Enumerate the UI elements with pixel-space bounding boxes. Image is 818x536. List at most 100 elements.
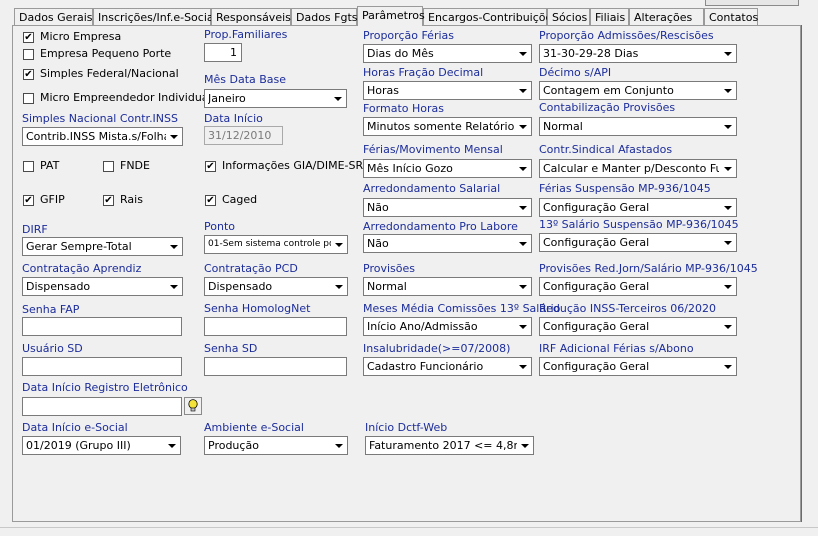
salario13-select[interactable]: Configuração Geral — [539, 233, 737, 252]
ferias-suspensao-label: Férias Suspensão MP-936/1045 — [539, 182, 711, 195]
chevron-down-icon[interactable] — [515, 199, 531, 216]
tab-contatos[interactable]: Contatos — [704, 8, 758, 25]
ferias-mov-label: Férias/Movimento Mensal — [363, 143, 503, 156]
checkbox-simples-federal[interactable]: ✔ — [23, 69, 34, 80]
checkbox-fnde[interactable] — [103, 161, 114, 172]
provisoes-select[interactable]: Normal — [363, 277, 532, 296]
chevron-down-icon[interactable] — [517, 437, 533, 454]
chevron-down-icon[interactable] — [331, 236, 347, 253]
chevron-down-icon[interactable] — [331, 437, 347, 454]
chevron-down-icon[interactable] — [515, 278, 531, 295]
chevron-down-icon[interactable] — [515, 358, 531, 375]
checkbox-rais[interactable]: ✔ — [103, 195, 114, 206]
chevron-down-icon[interactable] — [720, 278, 736, 295]
checkbox-micro-empreendedor[interactable] — [23, 93, 34, 104]
tab-filiais[interactable]: Filiais — [590, 8, 629, 25]
senha-fap-field[interactable] — [22, 317, 182, 336]
aprendiz-value: Dispensado — [26, 280, 91, 293]
ambiente-select[interactable]: Produção — [204, 436, 348, 455]
ferias-suspensao-select[interactable]: Configuração Geral — [539, 198, 737, 217]
arred-salarial-label: Arredondamento Salarial — [363, 182, 501, 195]
prop-admissoes-value: 31-30-29-28 Dias — [543, 47, 639, 60]
chevron-down-icon[interactable] — [515, 235, 531, 252]
formato-horas-select[interactable]: Minutos somente Relatórios — [363, 117, 532, 136]
contr-sindical-label: Contr.Sindical Afastados — [539, 143, 673, 156]
prop-familiares-field[interactable]: 1 — [204, 43, 242, 62]
tab-inscricoes[interactable]: Inscrições/Inf.e-Social — [93, 8, 217, 25]
dirf-select[interactable]: Gerar Sempre-Total — [22, 237, 183, 256]
chevron-down-icon[interactable] — [720, 234, 736, 251]
gfip-label: GFIP — [40, 193, 65, 206]
tab-parametros[interactable]: Parâmetros — [357, 6, 425, 26]
checkbox-pat[interactable] — [23, 161, 34, 172]
chevron-down-icon[interactable] — [515, 118, 531, 135]
tab-dados-gerais[interactable]: Dados Gerais — [14, 8, 93, 25]
chevron-down-icon[interactable] — [515, 82, 531, 99]
pat-label: PAT — [40, 159, 60, 172]
arred-salarial-select[interactable]: Não — [363, 198, 532, 217]
prop-ferias-select[interactable]: Dias do Mês — [363, 44, 532, 63]
ponto-label: Ponto — [204, 220, 235, 233]
insalubridade-select[interactable]: Cadastro Funcionário — [363, 357, 532, 376]
decimo-api-select[interactable]: Contagem em Conjunto — [539, 81, 737, 100]
checkbox-info-gia[interactable]: ✔ — [205, 161, 216, 172]
chevron-down-icon[interactable] — [720, 199, 736, 216]
aprendiz-select[interactable]: Dispensado — [22, 277, 183, 296]
chevron-down-icon[interactable] — [515, 318, 531, 335]
tab-encargos[interactable]: Encargos-Contribuições — [423, 8, 558, 25]
usuario-sd-field[interactable] — [22, 357, 182, 376]
tab-dados-fgts[interactable]: Dados Fgts — [291, 8, 358, 25]
dctf-select[interactable]: Faturamento 2017 <= 4,8mi — [365, 436, 534, 455]
senha-homolog-field[interactable] — [204, 317, 347, 336]
chevron-down-icon[interactable] — [720, 358, 736, 375]
arred-pro-labore-select[interactable]: Não — [363, 234, 532, 253]
ponto-select[interactable]: 01-Sem sistema controle pont — [204, 235, 348, 254]
contr-sindical-select[interactable]: Calcular e Manter p/Desconto Futuro — [539, 159, 737, 178]
chevron-down-icon[interactable] — [166, 278, 182, 295]
tab-responsaveis[interactable]: Responsáveis — [211, 8, 291, 25]
chevron-down-icon[interactable] — [330, 90, 346, 107]
tab-socios[interactable]: Sócios — [547, 8, 590, 25]
chevron-down-icon[interactable] — [720, 45, 736, 62]
checkbox-caged[interactable]: ✔ — [205, 195, 216, 206]
arred-salarial-value: Não — [367, 201, 389, 214]
chevron-down-icon[interactable] — [720, 318, 736, 335]
info-gia-label: Informações GIA/DIME-SRF — [222, 159, 370, 172]
chevron-down-icon[interactable] — [515, 160, 531, 177]
lightbulb-icon — [188, 399, 198, 412]
data-registro-field[interactable] — [22, 397, 182, 416]
insalubridade-value: Cadastro Funcionário — [367, 360, 484, 373]
bulb-button[interactable] — [184, 397, 202, 415]
chevron-down-icon[interactable] — [166, 238, 182, 255]
chevron-down-icon[interactable] — [720, 118, 736, 135]
data-esocial-select[interactable]: 01/2019 (Grupo III) — [22, 436, 181, 455]
prop-admissoes-select[interactable]: 31-30-29-28 Dias — [539, 44, 737, 63]
data-inicio-value: 31/12/2010 — [208, 129, 272, 142]
chevron-down-icon[interactable] — [164, 437, 180, 454]
meses-media-value: Início Ano/Admissão — [367, 320, 478, 333]
mes-data-base-select[interactable]: Janeiro — [204, 89, 347, 108]
prov-red-select[interactable]: Configuração Geral — [539, 277, 737, 296]
checkbox-micro-empresa[interactable]: ✔ — [23, 32, 34, 43]
meses-media-select[interactable]: Início Ano/Admissão — [363, 317, 532, 336]
checkbox-empresa-pequeno-porte[interactable] — [23, 49, 34, 60]
ferias-mov-select[interactable]: Mês Início Gozo — [363, 159, 532, 178]
checkbox-gfip[interactable]: ✔ — [23, 195, 34, 206]
horas-fracao-select[interactable]: Horas — [363, 81, 532, 100]
chevron-down-icon[interactable] — [515, 45, 531, 62]
contab-provisoes-select[interactable]: Normal — [539, 117, 737, 136]
dirf-label: DIRF — [22, 223, 48, 236]
chevron-down-icon[interactable] — [720, 160, 736, 177]
senha-homolog-label: Senha HomologNet — [204, 302, 311, 315]
salario13-value: Configuração Geral — [543, 236, 650, 249]
reducao-inss-select[interactable]: Configuração Geral — [539, 317, 737, 336]
insalubridade-label: Insalubridade(>=07/2008) — [363, 342, 511, 355]
pcd-select[interactable]: Dispensado — [204, 277, 348, 296]
chevron-down-icon[interactable] — [720, 82, 736, 99]
simples-inss-select[interactable]: Contrib.INSS Mista.s/Folha — [22, 127, 183, 146]
irf-select[interactable]: Configuração Geral — [539, 357, 737, 376]
tab-alteracoes[interactable]: Alterações — [629, 8, 704, 25]
senha-sd-field[interactable] — [204, 357, 347, 376]
chevron-down-icon[interactable] — [331, 278, 347, 295]
chevron-down-icon[interactable] — [166, 128, 182, 145]
